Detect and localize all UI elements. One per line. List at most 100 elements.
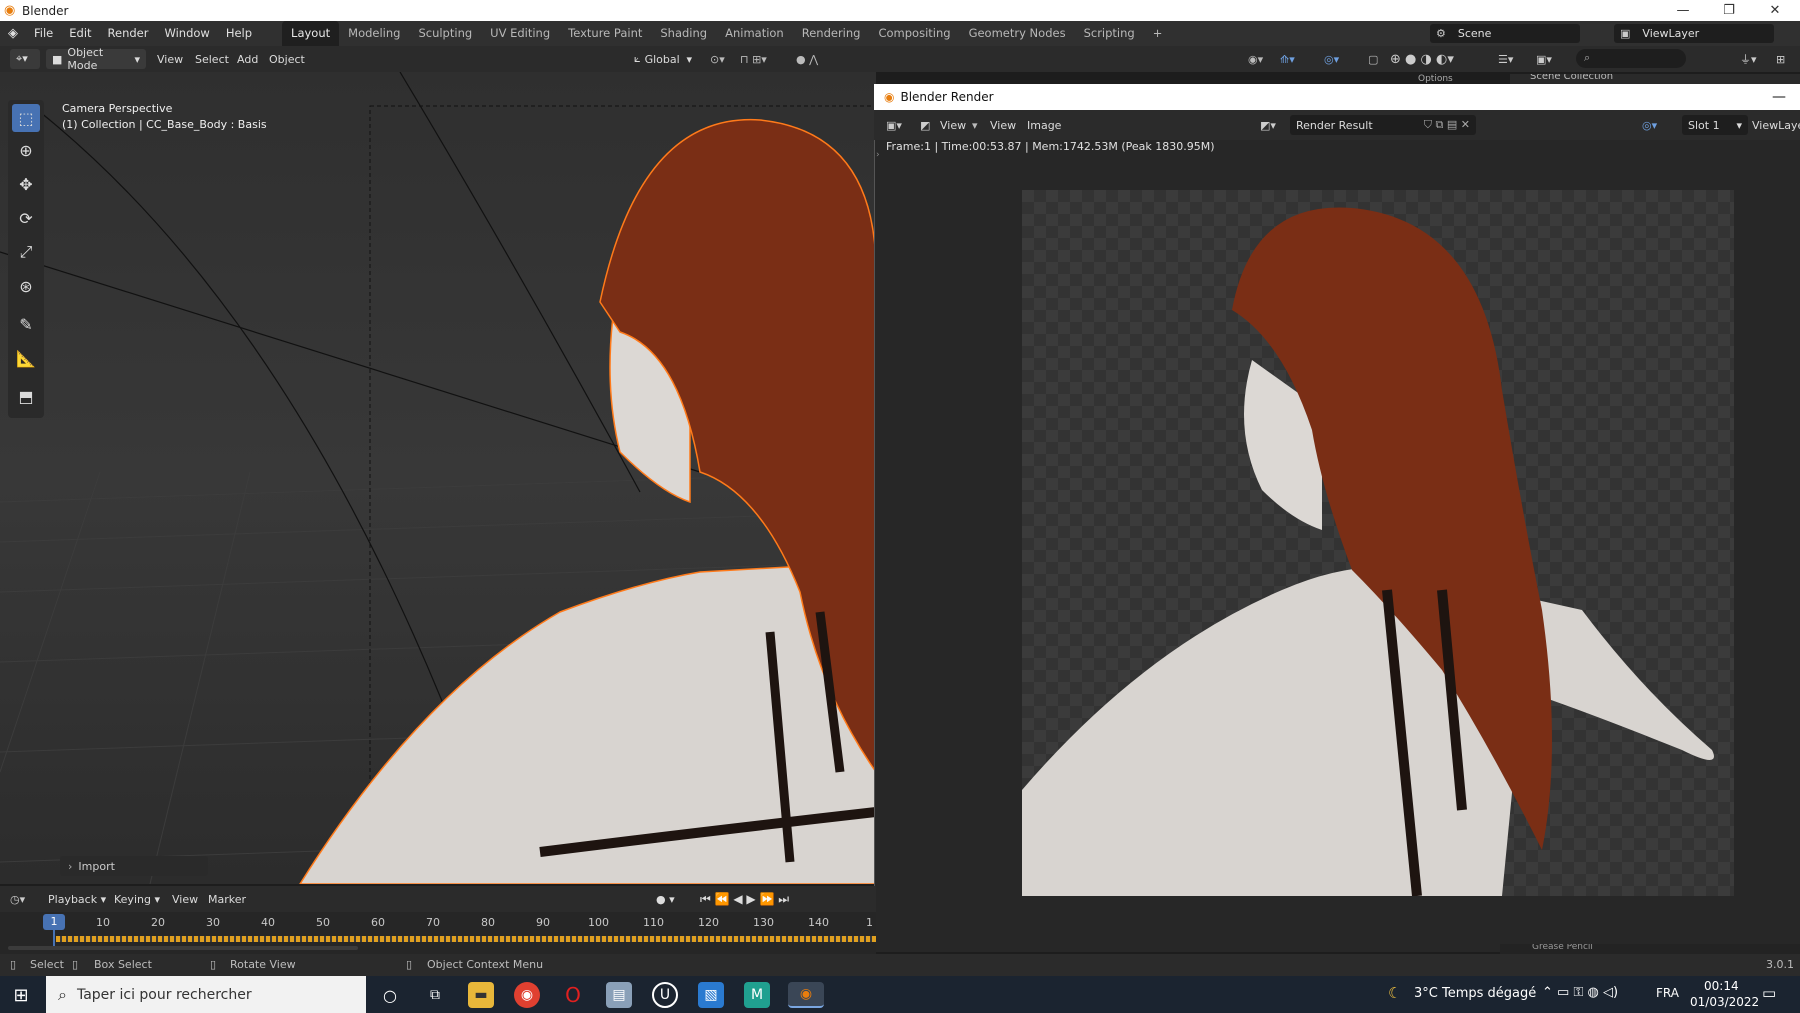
playback-menu[interactable]: Playback ▾ [48,889,106,909]
frame-tick: 40 [261,916,275,929]
gizmo-icon[interactable]: ⟰▾ [1280,49,1295,69]
file-explorer-icon[interactable]: ▬ [468,982,494,1008]
pivot-icon[interactable]: ⊙▾ [710,49,725,69]
app-icon[interactable]: ▤ [606,982,632,1008]
import-panel[interactable]: › Import [60,856,208,876]
move-tool-icon[interactable]: ✥ [12,170,40,198]
restore-button[interactable]: ❐ [1706,0,1752,21]
tab-scripting[interactable]: Scripting [1075,21,1144,46]
render-window-minimize-button[interactable]: — [1772,89,1786,105]
menu-help[interactable]: Help [218,21,260,46]
weather-text[interactable]: 3°C Temps dégagé [1414,986,1536,1001]
xray-icon[interactable]: ▢ [1368,49,1378,69]
menu-render[interactable]: Render [100,21,157,46]
outliner-display-icon[interactable]: ☰▾ [1498,49,1513,69]
shading-modes-icon[interactable]: ⊕ ● ◑ ◐▾ [1390,49,1454,69]
select-box-tool-icon[interactable]: ⬚ [12,104,40,132]
tab-layout[interactable]: Layout [282,21,340,46]
opera-icon[interactable]: O [560,982,586,1008]
outliner-search-input[interactable]: ⌕ [1576,49,1686,68]
menu-object[interactable]: Object [269,49,305,69]
menu-select[interactable]: Select [195,49,229,69]
blender-menu-icon[interactable]: ◈ [0,26,26,41]
menu-file[interactable]: File [26,21,61,46]
frame-tick: 130 [753,916,774,929]
add-workspace-button[interactable]: + [1144,21,1172,46]
tab-geometry-nodes[interactable]: Geometry Nodes [960,21,1075,46]
current-frame-indicator[interactable]: 1 [43,914,65,930]
outliner-filter-mode-icon[interactable]: ▣▾ [1536,49,1552,69]
tab-sculpting[interactable]: Sculpting [409,21,481,46]
overlay-icon[interactable]: ◎▾ [1324,49,1339,69]
cursor-tool-icon[interactable]: ⊕ [12,136,40,164]
blender-taskbar-icon[interactable]: ◉ [788,982,824,1008]
sidebar-toggle-icon[interactable]: › [876,150,880,160]
menu-view[interactable]: View [157,49,183,69]
clock-time[interactable]: 00:14 [1704,979,1739,993]
tab-compositing[interactable]: Compositing [869,21,959,46]
task-view-icon[interactable]: ⧉ [422,982,448,1008]
image-editor-type-icon[interactable]: ▣▾ [886,115,902,135]
scene-selector[interactable]: ⚙ Scene [1430,24,1580,43]
tab-uv-editing[interactable]: UV Editing [481,21,559,46]
tab-shading[interactable]: Shading [651,21,716,46]
menu-add[interactable]: Add [237,49,258,69]
transform-orientation[interactable]: ⟀ Global ▾ [628,49,698,69]
proportional-edit-icon[interactable]: ● ⋀ [796,49,818,69]
menu-window[interactable]: Window [156,21,217,46]
tray-icons[interactable]: ⌃ ▭ ⚿ ◍ ◁) [1542,985,1618,1000]
render-menu-image[interactable]: Image [1027,115,1061,135]
transform-tool-icon[interactable]: ⊛ [12,272,40,300]
new-collection-icon[interactable]: ⊞ [1776,49,1785,69]
render-result-selector[interactable]: Render Result ⛉ ⧉ ▤ ✕ [1290,115,1476,135]
render-result-image[interactable] [1022,190,1734,896]
cortana-icon[interactable]: ○ [377,982,403,1008]
render-menu-view[interactable]: View [990,115,1016,135]
measure-tool-icon[interactable]: 📐 [12,344,40,372]
unreal-engine-icon[interactable]: U [652,982,678,1008]
annotate-tool-icon[interactable]: ✎ [12,310,40,338]
tab-rendering[interactable]: Rendering [793,21,870,46]
scale-tool-icon[interactable]: ⤢ [12,238,40,266]
close-button[interactable]: ✕ [1752,0,1798,21]
mode-selector[interactable]: ■ Object Mode ▾ [46,46,146,72]
photos-icon[interactable]: ▧ [698,982,724,1008]
timeline-editor-icon[interactable]: ◷▾ [10,889,25,909]
clock-date[interactable]: 01/03/2022 [1690,995,1759,1009]
maya-icon[interactable]: M [744,982,770,1008]
chrome-icon[interactable]: ◉ [514,982,540,1008]
add-cube-tool-icon[interactable]: ⬒ [12,382,40,410]
3d-viewport[interactable]: Camera Perspective (1) Collection | CC_B… [0,72,876,884]
view-mode-dropdown[interactable]: View [940,115,966,135]
keying-menu[interactable]: Keying ▾ [114,889,160,909]
playback-controls-icon[interactable]: ⏮ ⏪ ◀ ▶ ⏩ ⏭ [700,889,789,909]
auto-key-record-icon[interactable]: ● ▾ [656,889,675,909]
keyframe-strip[interactable] [56,936,876,942]
tab-modeling[interactable]: Modeling [339,21,409,46]
render-view-layer[interactable]: ViewLayer [1752,115,1800,135]
filter-icon[interactable]: ⏚▾ [1740,49,1757,69]
rotate-tool-icon[interactable]: ⟳ [12,204,40,232]
minimize-button[interactable]: — [1660,0,1706,21]
timeline-scrollbar[interactable] [8,946,358,950]
editor-type-button[interactable]: ⌖▾ [10,49,40,69]
notifications-icon[interactable]: ▭ [1762,984,1776,1002]
render-overlay-icon[interactable]: ◎▾ [1642,115,1657,135]
frame-tick: 60 [371,916,385,929]
snap-icon[interactable]: ⊓ ⊞▾ [740,49,767,69]
language-indicator[interactable]: FRA [1656,986,1679,1000]
timeline[interactable]: 1 10 20 30 40 50 60 70 80 90 100 110 120… [0,912,876,954]
taskbar-search-input[interactable]: ⌕ Taper ici pour rechercher [46,976,366,1013]
character-model[interactable] [299,118,876,884]
view-layer-selector[interactable]: ▣ ViewLayer [1614,24,1774,43]
tab-texture-paint[interactable]: Texture Paint [559,21,651,46]
windows-start-icon[interactable]: ⊞ [8,982,34,1008]
menu-edit[interactable]: Edit [61,21,99,46]
marker-menu[interactable]: Marker [208,889,246,909]
tab-animation[interactable]: Animation [716,21,793,46]
image-browse-icon[interactable]: ◩▾ [1260,115,1276,135]
options-dropdown[interactable]: Options [1418,74,1478,84]
timeline-view-menu[interactable]: View [172,889,198,909]
visibility-icon[interactable]: ◉▾ [1248,49,1263,69]
slot-selector[interactable]: Slot 1 ▾ [1682,115,1748,135]
